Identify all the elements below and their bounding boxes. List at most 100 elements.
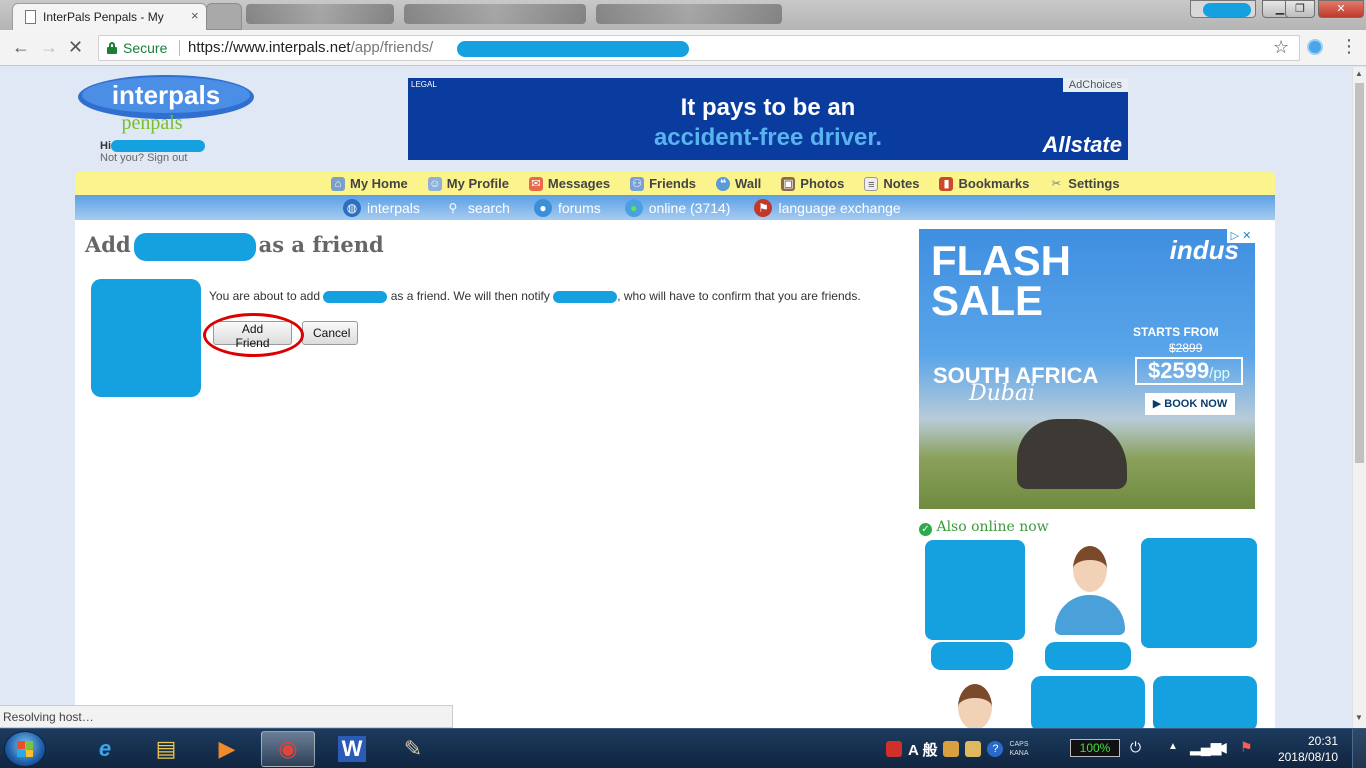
url-text[interactable]: https://www.interpals.net/app/friends/ bbox=[188, 39, 433, 56]
ad-subheadline: accident-free driver. bbox=[653, 124, 883, 151]
forward-arrow-icon[interactable]: → bbox=[40, 37, 58, 57]
message-part: as a friend. We will then notify bbox=[390, 289, 550, 303]
redaction bbox=[111, 140, 205, 153]
tab-blurred[interactable] bbox=[596, 4, 782, 24]
online-user-thumb[interactable] bbox=[925, 678, 1025, 728]
paint-icon: ✎ bbox=[403, 736, 423, 761]
browser-menu-icon[interactable]: ⋮ bbox=[1340, 37, 1358, 55]
headline-line: SALE bbox=[931, 277, 1044, 324]
scroll-up-arrow-icon[interactable]: ▲ bbox=[1355, 69, 1363, 78]
show-desktop-button[interactable] bbox=[1352, 729, 1366, 768]
scroll-down-arrow-icon[interactable]: ▼ bbox=[1355, 713, 1363, 722]
nav-my-profile[interactable]: ☺ My Profile bbox=[427, 176, 509, 191]
nav-search[interactable]: ⚲ search bbox=[444, 199, 510, 217]
security-icon[interactable] bbox=[886, 741, 902, 757]
taskbar-app-ie[interactable]: e bbox=[78, 731, 132, 767]
also-online-label: Also online now bbox=[936, 519, 1049, 535]
friend-avatar[interactable] bbox=[91, 279, 201, 397]
add-friend-button[interactable]: Add Friend bbox=[213, 321, 292, 350]
banner-ad[interactable]: LEGAL AdChoices It pays to be an acciden… bbox=[408, 78, 1128, 160]
clock[interactable]: 20:31 2018/08/10 bbox=[1266, 733, 1338, 765]
nav-label: online (3714) bbox=[648, 199, 731, 216]
photos-icon: ▣ bbox=[781, 176, 796, 191]
tab-blurred[interactable] bbox=[404, 4, 586, 24]
sidebar-ad[interactable]: ▷ ✕ indus FLASH SALE SOUTH AFRICA Dubai S… bbox=[919, 229, 1255, 509]
online-user-thumb[interactable] bbox=[1040, 540, 1140, 640]
address-bar[interactable]: Secure https://www.interpals.net/app/fri… bbox=[98, 35, 1300, 61]
taskbar-app-explorer[interactable]: ▤ bbox=[139, 731, 193, 767]
nav-label: Friends bbox=[649, 176, 697, 191]
taskbar-app-paint[interactable]: ✎ bbox=[386, 731, 440, 767]
nav-label: My Profile bbox=[446, 176, 509, 191]
lock-icon bbox=[107, 42, 117, 54]
wall-icon: ❝ bbox=[716, 176, 731, 191]
tab-close-icon[interactable]: × bbox=[191, 8, 199, 23]
ad-starts-from: STARTS FROM bbox=[1133, 325, 1219, 339]
online-user-thumb[interactable] bbox=[925, 540, 1025, 640]
page-scrollbar[interactable]: ▲ ▼ bbox=[1352, 67, 1366, 728]
chrome-icon: ◉ bbox=[278, 736, 298, 761]
window-close-button[interactable]: ✕ bbox=[1318, 0, 1364, 18]
nav-online[interactable]: ● online (3714) bbox=[624, 198, 731, 217]
taskbar-app-chrome[interactable]: ◉ bbox=[261, 731, 315, 767]
scroll-thumb[interactable] bbox=[1355, 83, 1364, 463]
start-button[interactable] bbox=[4, 731, 46, 767]
nav-settings[interactable]: ✂ Settings bbox=[1049, 176, 1120, 191]
redaction bbox=[931, 642, 1013, 670]
not-you-line: Not you? Sign out bbox=[100, 152, 187, 164]
back-arrow-icon[interactable]: ← bbox=[12, 37, 30, 57]
nav-label: My Home bbox=[350, 176, 408, 191]
nav-label: Messages bbox=[547, 176, 611, 191]
battery-indicator[interactable]: 100% bbox=[1070, 739, 1120, 757]
new-tab-button[interactable] bbox=[206, 3, 242, 30]
nav-messages[interactable]: ✉ Messages bbox=[528, 176, 611, 191]
confirmation-message: You are about to add as a friend. We wil… bbox=[209, 289, 861, 303]
ime-mode[interactable]: A 般 bbox=[908, 739, 937, 760]
page-viewport: interpals penpals Hi Not you? Sign out L… bbox=[0, 67, 1352, 728]
bookmark-star-icon[interactable]: ☆ bbox=[1273, 37, 1289, 58]
nav-friends[interactable]: ⚇ Friends bbox=[630, 176, 696, 191]
nav-interpals[interactable]: ◍ interpals bbox=[343, 198, 420, 217]
media-player-icon: ▶ bbox=[218, 736, 236, 761]
nav-label: Wall bbox=[735, 176, 762, 191]
tab-active[interactable]: InterPals Penpals - My × bbox=[12, 3, 207, 30]
nav-forums[interactable]: ● forums bbox=[533, 198, 601, 217]
sign-out-link[interactable]: Sign out bbox=[147, 152, 187, 164]
nav-notes[interactable]: ≡ Notes bbox=[864, 176, 919, 191]
price-value: $2599 bbox=[1147, 358, 1210, 383]
taskbar-app-word[interactable]: W bbox=[325, 731, 379, 767]
url-path: /app/friends/ bbox=[350, 39, 434, 56]
redaction bbox=[1153, 676, 1257, 728]
nav-my-home[interactable]: ⌂ My Home bbox=[331, 176, 408, 191]
notes-icon: ≡ bbox=[864, 176, 879, 191]
also-online-heading: ✓ Also online now bbox=[919, 519, 1049, 536]
nav-photos[interactable]: ▣ Photos bbox=[781, 176, 844, 191]
ime-tools-icon[interactable] bbox=[965, 741, 982, 757]
profile-icon: ☺ bbox=[427, 176, 442, 191]
ad-book-now-button[interactable]: ▶ BOOK NOW bbox=[1145, 393, 1235, 415]
show-hidden-icons-icon[interactable]: ▲ bbox=[1168, 741, 1178, 752]
tab-blurred[interactable] bbox=[246, 4, 394, 24]
kana-label: KANA bbox=[1009, 750, 1029, 757]
interpals-logo[interactable]: interpals penpals bbox=[76, 73, 256, 137]
help-icon[interactable]: ? bbox=[987, 741, 1004, 757]
stop-loading-icon[interactable]: ✕ bbox=[68, 37, 83, 57]
nav-language-exchange[interactable]: ⚑ language exchange bbox=[754, 198, 901, 217]
restore-button[interactable]: ❐ bbox=[1285, 0, 1315, 18]
online-user-thumb[interactable] bbox=[1141, 538, 1257, 648]
price-unit: /pp bbox=[1209, 365, 1231, 382]
profile-button[interactable] bbox=[1190, 0, 1256, 18]
nav-label: interpals bbox=[367, 199, 420, 216]
cancel-button[interactable]: Cancel bbox=[302, 321, 358, 345]
nav-wall[interactable]: ❝ Wall bbox=[716, 176, 761, 191]
nav-bookmarks[interactable]: ▮ Bookmarks bbox=[939, 176, 1029, 191]
ime-dictionary-icon[interactable] bbox=[943, 741, 960, 757]
extension-icon[interactable] bbox=[1307, 39, 1323, 55]
nav-label: language exchange bbox=[778, 199, 901, 216]
taskbar-app-media-player[interactable]: ▶ bbox=[200, 731, 254, 767]
volume-icon[interactable]: ◀ bbox=[1216, 739, 1227, 756]
adchoices-link[interactable]: AdChoices bbox=[1062, 78, 1128, 92]
power-plug-icon[interactable]: ⏻ bbox=[1130, 739, 1141, 756]
action-center-flag-icon[interactable]: ⚑ bbox=[1240, 739, 1253, 756]
not-you-text: Not you? bbox=[100, 152, 145, 164]
